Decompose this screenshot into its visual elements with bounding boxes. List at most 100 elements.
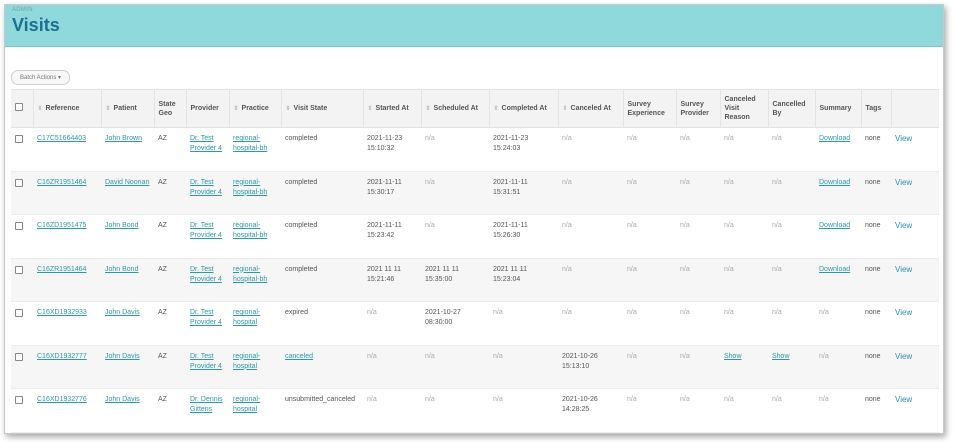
app-window: ADMIN Visits Batch Actions ▾ ⇕ Reference ⇕… (4, 4, 944, 434)
tags-value: none (865, 178, 881, 186)
patient-cell: David Noonan (101, 171, 154, 215)
provider-link[interactable]: Dr. Test Provider 4 (190, 135, 222, 152)
visit_state-link[interactable]: canceled (285, 353, 313, 360)
survey_exp-cell: n/a (623, 171, 676, 215)
started-cell: n/a (363, 389, 421, 433)
practice-link[interactable]: regional-hospital (233, 353, 260, 370)
column-header[interactable]: ⇕ Scheduled At (420, 89, 489, 128)
select-cell (11, 302, 33, 346)
reference-link[interactable]: C16ZR1951464 (37, 179, 86, 186)
view-link[interactable]: View (895, 352, 912, 361)
reference-link[interactable]: C16XD1932777 (37, 353, 87, 360)
row-checkbox[interactable] (15, 222, 23, 230)
sort-icon: ⇕ (367, 105, 373, 112)
summary-link[interactable]: Download (819, 266, 850, 273)
row-checkbox[interactable] (15, 265, 23, 274)
column-header (11, 90, 33, 128)
summary-link[interactable]: Download (819, 222, 850, 229)
cancelled_by-cell: n/a (768, 128, 815, 172)
column-header-label: Survey Experience (627, 100, 665, 117)
column-header-label: State Geo (158, 100, 176, 117)
view-link[interactable]: View (895, 221, 912, 230)
patient-cell: John Bond (101, 258, 154, 302)
canceled-cell: n/a (558, 258, 623, 302)
tags-value: none (865, 222, 881, 229)
batch-actions-button[interactable]: Batch Actions ▾ (11, 70, 71, 85)
view-link[interactable]: View (895, 265, 912, 274)
view-link[interactable]: View (895, 134, 912, 143)
summary-link[interactable]: Download (819, 179, 850, 186)
started-cell: 2021-11-11 15:30:17 (363, 171, 421, 215)
provider-link[interactable]: Dr. Dennis Gittens (190, 396, 223, 413)
practice-link[interactable]: regional-hospital-bh (233, 179, 267, 196)
action-bar: Batch Actions ▾ (5, 47, 943, 85)
started-value: 2021-11-23 15:10:32 (367, 135, 403, 152)
reference-link[interactable]: C16XD1932933 (37, 309, 87, 316)
row-checkbox[interactable] (15, 396, 23, 404)
column-header[interactable]: ⇕ Patient (100, 89, 154, 128)
patient-link[interactable]: John Davis (105, 309, 140, 316)
practice-link[interactable]: regional-hospital-bh (233, 266, 267, 283)
view-link[interactable]: View (895, 395, 912, 404)
provider-link[interactable]: Dr. Test Provider 4 (190, 222, 222, 239)
view-link[interactable]: View (895, 178, 912, 187)
scheduled-value: n/a (425, 178, 435, 186)
provider-link[interactable]: Dr. Test Provider 4 (190, 266, 222, 283)
patient-link[interactable]: David Noonan (105, 179, 149, 186)
cancel_reason-cell: n/a (720, 128, 768, 172)
practice-link[interactable]: regional-hospital (233, 396, 260, 413)
reference-link[interactable]: C16ZD1951475 (37, 222, 86, 229)
summary-link[interactable]: Download (819, 135, 850, 142)
select-cell (11, 258, 33, 302)
patient-cell: John Davis (101, 345, 154, 389)
patient-link[interactable]: John Davis (105, 396, 140, 403)
canceled-cell: n/a (558, 302, 623, 346)
patient-link[interactable]: John Davis (105, 353, 140, 360)
patient-link[interactable]: John Bond (105, 222, 138, 229)
breadcrumb[interactable]: ADMIN (12, 7, 936, 13)
survey_prov-value: n/a (680, 178, 690, 186)
visits-table-container: ⇕ Reference ⇕ Patient State Geo Provider ⇕ Prac… (11, 89, 939, 433)
canceled-value: n/a (562, 265, 572, 273)
patient-link[interactable]: John Brown (105, 135, 142, 142)
cancelled_by-link[interactable]: Show (772, 353, 790, 360)
column-header[interactable]: ⇕ Canceled At (557, 89, 623, 128)
provider-cell: Dr. Test Provider 4 (186, 215, 229, 259)
select-all-checkbox[interactable] (15, 103, 23, 111)
state-value: AZ (158, 265, 167, 273)
provider-link[interactable]: Dr. Test Provider 4 (190, 309, 222, 326)
practice-link[interactable]: regional-hospital (233, 309, 260, 326)
table-row: C16XD1932933 John Davis AZ Dr. Test Provide… (11, 302, 939, 346)
row-checkbox[interactable] (15, 178, 23, 187)
column-header[interactable]: ⇕ Reference (32, 89, 101, 128)
row-checkbox[interactable] (15, 135, 23, 143)
column-header[interactable]: ⇕ Practice (228, 89, 281, 128)
view-link[interactable]: View (895, 308, 912, 317)
provider-link[interactable]: Dr. Test Provider 4 (190, 353, 222, 370)
row-checkbox[interactable] (15, 352, 23, 361)
practice-link[interactable]: regional-hospital-bh (233, 135, 267, 152)
view-cell: View (891, 258, 939, 302)
column-header[interactable]: ⇕ Visit State (280, 89, 363, 128)
reference-link[interactable]: C17C51664403 (37, 135, 86, 142)
practice-cell: regional-hospital-bh (229, 215, 281, 259)
survey_exp-cell: n/a (623, 258, 676, 302)
visit_state-cell: completed (281, 258, 363, 302)
completed-value: n/a (493, 396, 503, 403)
visits-table: ⇕ Reference ⇕ Patient State Geo Provider ⇕ Prac… (11, 89, 939, 433)
tags-cell: none (861, 258, 891, 302)
completed-cell: 2021 11 11 15:23:04 (489, 258, 558, 302)
row-checkbox[interactable] (15, 309, 23, 317)
reference-link[interactable]: C16XD1932776 (37, 396, 87, 403)
column-header[interactable]: ⇕ Completed At (488, 89, 558, 128)
column-header[interactable]: ⇕ Started At (362, 89, 421, 128)
column-header-label: Practice (241, 104, 269, 112)
practice-link[interactable]: regional-hospital-bh (233, 222, 267, 239)
page-title: Visits (12, 15, 60, 35)
patient-link[interactable]: John Bond (105, 266, 138, 273)
provider-link[interactable]: Dr. Test Provider 4 (190, 179, 222, 196)
column-header: State Geo (153, 89, 186, 128)
cancel_reason-link[interactable]: Show (724, 353, 742, 360)
reference-link[interactable]: C16ZR1951464 (37, 266, 86, 273)
summary-cell: n/a (815, 389, 861, 433)
